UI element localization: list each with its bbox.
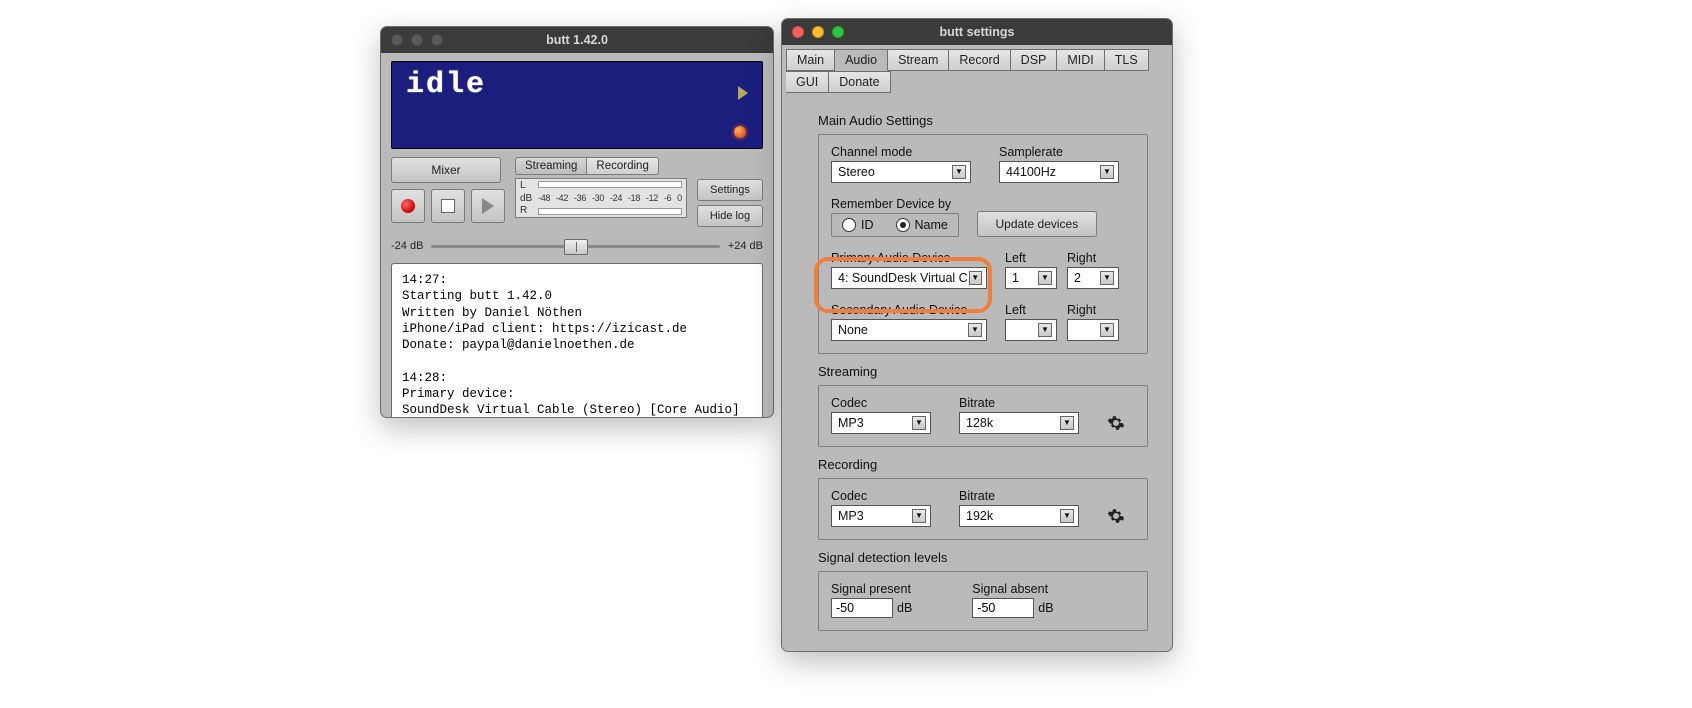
window-minimize-icon[interactable] <box>812 26 824 38</box>
samplerate-label: Samplerate <box>999 145 1119 159</box>
chevron-down-icon: ▼ <box>1038 271 1052 285</box>
record-codec-label: Codec <box>831 489 931 503</box>
slider-thumb-icon[interactable] <box>564 239 588 255</box>
level-meter: L dB R -48-42-36-30-24-18-12-60 <box>515 178 687 218</box>
secondary-right-select[interactable]: ▼ <box>1067 319 1119 341</box>
play-button[interactable] <box>471 189 505 223</box>
mixer-button[interactable]: Mixer <box>391 157 501 183</box>
stream-bitrate-select[interactable]: 128k▼ <box>959 412 1079 434</box>
primary-left-select[interactable]: 1▼ <box>1005 267 1057 289</box>
meter-ticks: -48-42-36-30-24-18-12-60 <box>538 193 682 203</box>
record-bitrate-label: Bitrate <box>959 489 1079 503</box>
record-codec-select[interactable]: MP3▼ <box>831 505 931 527</box>
samplerate-select[interactable]: 44100Hz▼ <box>999 161 1119 183</box>
hide-log-button[interactable]: Hide log <box>697 205 763 227</box>
window-close-icon[interactable] <box>391 34 403 46</box>
chevron-down-icon: ▼ <box>1100 271 1114 285</box>
meter-db-label: dB <box>520 193 532 204</box>
chevron-down-icon: ▼ <box>968 323 982 337</box>
chevron-down-icon: ▼ <box>969 271 982 285</box>
tab-dsp[interactable]: DSP <box>1011 49 1058 71</box>
play-icon <box>482 198 494 214</box>
signal-absent-label: Signal absent <box>972 582 1053 596</box>
stop-icon <box>441 199 455 213</box>
chevron-down-icon: ▼ <box>1060 509 1074 523</box>
heading-recording: Recording <box>818 457 1148 472</box>
tab-midi[interactable]: MIDI <box>1057 49 1104 71</box>
chevron-down-icon: ▼ <box>1100 165 1114 179</box>
gear-icon <box>1107 507 1125 525</box>
chevron-down-icon: ▼ <box>912 416 926 430</box>
primary-device-select[interactable]: 4: SoundDesk Virtual C..▼ <box>831 267 987 289</box>
signal-present-label: Signal present <box>831 582 912 596</box>
primary-device-label: Primary Audio Device <box>831 251 987 265</box>
secondary-left-label: Left <box>1005 303 1049 317</box>
meter-l-label: L <box>520 180 526 191</box>
butt-settings-window: butt settings Main Audio Stream Record D… <box>781 18 1173 652</box>
gain-slider[interactable] <box>431 239 719 253</box>
signal-absent-input[interactable] <box>972 598 1034 618</box>
secondary-right-label: Right <box>1067 303 1111 317</box>
remember-name-radio[interactable]: Name <box>896 218 948 232</box>
tab-donate[interactable]: Donate <box>829 71 890 93</box>
remember-id-radio[interactable]: ID <box>842 218 874 232</box>
play-indicator-icon <box>738 86 748 100</box>
tab-tls[interactable]: TLS <box>1105 49 1149 71</box>
titlebar[interactable]: butt settings <box>782 19 1172 45</box>
titlebar[interactable]: butt 1.42.0 <box>381 27 773 53</box>
tab-main[interactable]: Main <box>786 49 835 71</box>
primary-right-label: Right <box>1067 251 1111 265</box>
butt-main-window: butt 1.42.0 idle Mixer <box>380 26 774 418</box>
heading-main-audio: Main Audio Settings <box>818 113 1148 128</box>
channel-mode-label: Channel mode <box>831 145 971 159</box>
tab-gui[interactable]: GUI <box>786 71 829 93</box>
channel-mode-select[interactable]: Stereo▼ <box>831 161 971 183</box>
stream-codec-label: Codec <box>831 396 931 410</box>
chevron-down-icon: ▼ <box>1038 323 1052 337</box>
record-bitrate-select[interactable]: 192k▼ <box>959 505 1079 527</box>
remember-device-label: Remember Device by <box>831 197 959 211</box>
secondary-device-select[interactable]: None▼ <box>831 319 987 341</box>
primary-right-select[interactable]: 2▼ <box>1067 267 1119 289</box>
window-zoom-icon[interactable] <box>832 26 844 38</box>
record-indicator-icon <box>734 126 746 138</box>
record-settings-gear-button[interactable] <box>1107 507 1125 525</box>
chevron-down-icon: ▼ <box>1060 416 1074 430</box>
stream-codec-select[interactable]: MP3▼ <box>831 412 931 434</box>
record-button[interactable] <box>391 189 425 223</box>
tab-streaming[interactable]: Streaming <box>515 157 587 175</box>
secondary-left-select[interactable]: ▼ <box>1005 319 1057 341</box>
primary-left-label: Left <box>1005 251 1049 265</box>
stream-bitrate-label: Bitrate <box>959 396 1079 410</box>
window-minimize-icon[interactable] <box>411 34 423 46</box>
secondary-device-label: Secondary Audio Device <box>831 303 987 317</box>
record-icon <box>401 199 415 213</box>
chevron-down-icon: ▼ <box>952 165 966 179</box>
gear-icon <box>1107 414 1125 432</box>
tab-stream[interactable]: Stream <box>888 49 949 71</box>
tab-audio[interactable]: Audio <box>835 49 888 71</box>
window-close-icon[interactable] <box>792 26 804 38</box>
chevron-down-icon: ▼ <box>1100 323 1114 337</box>
settings-button[interactable]: Settings <box>697 179 763 201</box>
log-output[interactable]: 14:27: Starting butt 1.42.0 Written by D… <box>391 263 763 418</box>
meter-r-label: R <box>520 205 527 216</box>
tab-recording[interactable]: Recording <box>587 157 658 175</box>
tab-record[interactable]: Record <box>949 49 1010 71</box>
gain-min-label: -24 dB <box>391 240 423 252</box>
stream-settings-gear-button[interactable] <box>1107 414 1125 432</box>
update-devices-button[interactable]: Update devices <box>977 211 1097 237</box>
window-zoom-icon[interactable] <box>431 34 443 46</box>
settings-tabs: Main Audio Stream Record DSP MIDI TLS GU… <box>782 45 1172 93</box>
signal-present-input[interactable] <box>831 598 893 618</box>
heading-streaming: Streaming <box>818 364 1148 379</box>
stop-button[interactable] <box>431 189 465 223</box>
db-unit: dB <box>1038 601 1053 615</box>
status-text: idle <box>406 68 486 102</box>
db-unit: dB <box>897 601 912 615</box>
heading-signal: Signal detection levels <box>818 550 1148 565</box>
gain-max-label: +24 dB <box>728 240 763 252</box>
status-display: idle <box>391 61 763 149</box>
chevron-down-icon: ▼ <box>912 509 926 523</box>
